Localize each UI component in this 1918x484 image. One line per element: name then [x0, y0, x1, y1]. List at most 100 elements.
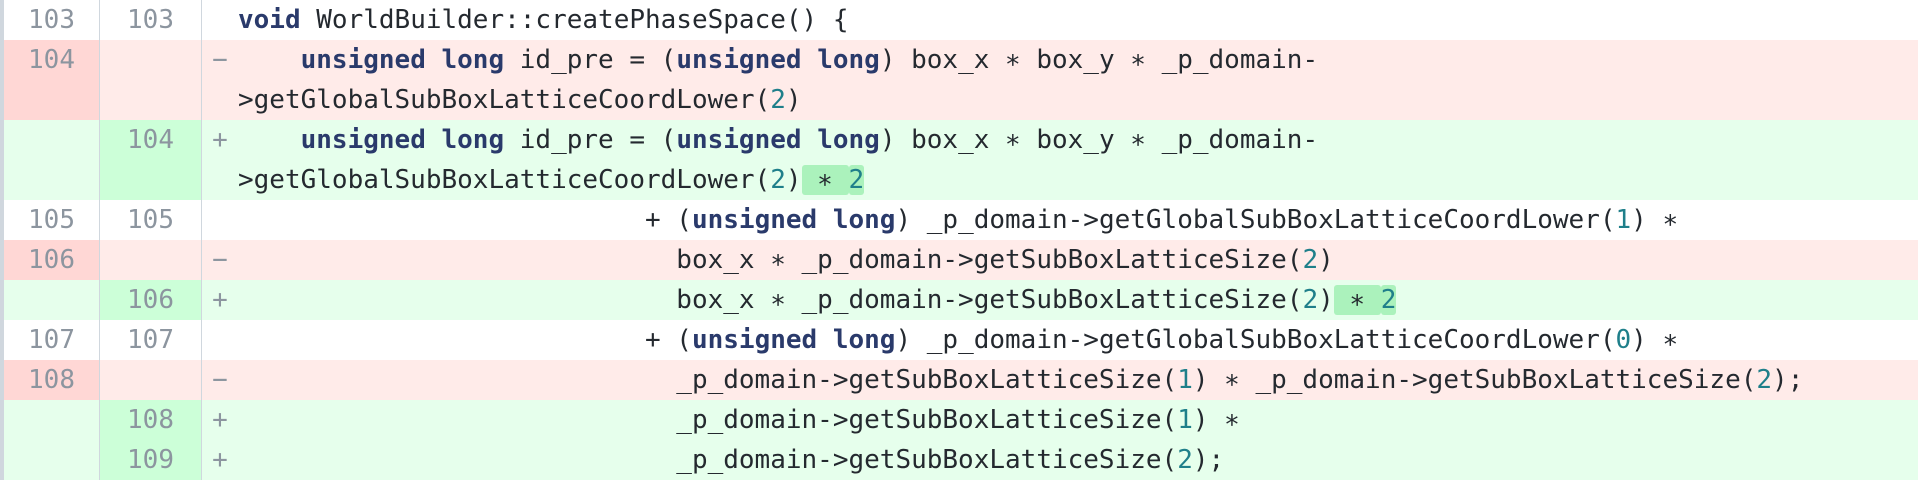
plus-marker: + [202, 440, 238, 480]
wrapped-code-segment: >getGlobalSubBoxLatticeCoordLower(2) [238, 80, 1918, 120]
keyword-token: void [238, 5, 301, 35]
diff-row-added: 109 + _p_domain->getSubBoxLatticeSize(2); [4, 440, 1918, 480]
keyword-token: unsigned long [300, 125, 505, 155]
code-token: + ( [238, 325, 692, 355]
code-token: id_pre = ( [504, 125, 677, 155]
old-line-number[interactable]: 103 [4, 0, 100, 40]
old-line-number[interactable] [4, 400, 100, 440]
new-line-number[interactable]: 109 [100, 440, 202, 480]
code-token: ) ∗ [1192, 405, 1240, 435]
code-token: ∗ [1333, 285, 1381, 315]
old-line-number[interactable] [4, 440, 100, 480]
code-token: ) box_x ∗ box_y ∗ _p_domain- [879, 125, 1319, 155]
blank-marker [202, 0, 238, 40]
code-token: ) [1318, 285, 1334, 315]
keyword-token: unsigned long [676, 45, 880, 75]
code-token: ) ∗ [1631, 205, 1679, 235]
new-line-number[interactable] [100, 360, 202, 400]
plus-marker: + [202, 400, 238, 440]
code-token: ) _p_domain->getGlobalSubBoxLatticeCoord… [895, 325, 1616, 355]
number-token: 2 [770, 85, 786, 115]
diff-row-added: 108 + _p_domain->getSubBoxLatticeSize(1) … [4, 400, 1918, 440]
keyword-token: unsigned long [300, 45, 505, 75]
number-token: 2 [1302, 245, 1319, 275]
diff-view: 103 103 void WorldBuilder::createPhaseSpac… [0, 0, 1918, 480]
number-token: 0 [1615, 325, 1632, 355]
code-token: >getGlobalSubBoxLatticeCoordLower( [238, 85, 771, 115]
code-token: ); [1192, 445, 1225, 475]
code-token: ) [785, 85, 802, 115]
keyword-token: unsigned long [691, 325, 896, 355]
old-line-number[interactable]: 106 [4, 240, 100, 280]
old-line-number[interactable] [4, 120, 100, 200]
diff-row-context: 103 103 void WorldBuilder::createPhaseSpac… [4, 0, 1918, 40]
wrapped-code-segment: >getGlobalSubBoxLatticeCoordLower(2) ∗ 2 [238, 160, 1918, 200]
code-token: ); [1772, 365, 1804, 395]
code-token: ) ∗ _p_domain->getSubBoxLatticeSize( [1192, 365, 1757, 395]
diff-row-added: 106 + box_x ∗ _p_domain->getSubBoxLattice… [4, 280, 1918, 320]
old-line-number[interactable]: 108 [4, 360, 100, 400]
new-line-number[interactable] [100, 240, 202, 280]
number-token: 2 [1302, 285, 1319, 315]
code-line: box_x ∗ _p_domain->getSubBoxLatticeSize(… [238, 280, 1918, 320]
number-token: 2 [770, 165, 786, 195]
plus-marker: + [202, 120, 238, 200]
code-token: _p_domain->getSubBoxLatticeSize( [238, 365, 1178, 395]
keyword-token: unsigned long [676, 125, 880, 155]
code-token: ) [1318, 245, 1334, 275]
diff-row-deleted: 106 − box_x ∗ _p_domain->getSubBoxLattice… [4, 240, 1918, 280]
new-line-number[interactable]: 108 [100, 400, 202, 440]
blank-marker [202, 200, 238, 240]
diff-row-deleted: 104 − unsigned long id_pre = (unsigned lo… [4, 40, 1918, 120]
code-token: ) [785, 165, 802, 195]
old-line-number[interactable]: 107 [4, 320, 100, 360]
code-token: ) box_x ∗ box_y ∗ _p_domain- [879, 45, 1319, 75]
diff-row-context: 107 107 + (unsigned long) _p_domain->getG… [4, 320, 1918, 360]
code-line: + (unsigned long) _p_domain->getGlobalSu… [238, 320, 1918, 360]
diff-row-deleted: 108 − _p_domain->getSubBoxLatticeSize(1) … [4, 360, 1918, 400]
code-token: _p_domain->getSubBoxLatticeSize( [238, 405, 1178, 435]
number-token: 2 [848, 165, 865, 195]
code-token: box_x ∗ _p_domain->getSubBoxLatticeSize( [238, 285, 1303, 315]
code-token: box_x ∗ _p_domain->getSubBoxLatticeSize( [238, 245, 1303, 275]
number-token: 2 [1177, 445, 1193, 475]
code-line: box_x ∗ _p_domain->getSubBoxLatticeSize(… [238, 240, 1918, 280]
new-line-number[interactable]: 106 [100, 280, 202, 320]
old-line-number[interactable]: 105 [4, 200, 100, 240]
new-line-number[interactable]: 105 [100, 200, 202, 240]
code-token: ) _p_domain->getGlobalSubBoxLatticeCoord… [895, 205, 1616, 235]
code-token: ) ∗ [1631, 325, 1679, 355]
number-token: 2 [1380, 285, 1397, 315]
code-token: id_pre = ( [504, 45, 677, 75]
wrapped-code-segment: unsigned long id_pre = (unsigned long) b… [238, 40, 1918, 80]
number-token: 1 [1177, 405, 1193, 435]
minus-marker: − [202, 360, 238, 400]
code-line: void WorldBuilder::createPhaseSpace() { [238, 0, 1918, 40]
number-token: 2 [1756, 365, 1773, 395]
code-token: + ( [238, 205, 692, 235]
code-line: _p_domain->getSubBoxLatticeSize(2); [238, 440, 1918, 480]
blank-marker [202, 320, 238, 360]
wrapped-code-segment: unsigned long id_pre = (unsigned long) b… [238, 120, 1918, 160]
code-token: _p_domain->getSubBoxLatticeSize( [238, 445, 1178, 475]
old-line-number[interactable] [4, 280, 100, 320]
new-line-number[interactable]: 103 [100, 0, 202, 40]
keyword-token: unsigned long [691, 205, 896, 235]
code-token: WorldBuilder::createPhaseSpace() { [300, 5, 849, 35]
new-line-number[interactable]: 107 [100, 320, 202, 360]
number-token: 1 [1177, 365, 1193, 395]
code-token: >getGlobalSubBoxLatticeCoordLower( [238, 165, 771, 195]
old-line-number[interactable]: 104 [4, 40, 100, 120]
new-line-number[interactable]: 104 [100, 120, 202, 200]
code-line: _p_domain->getSubBoxLatticeSize(1) ∗ _p_… [238, 360, 1918, 400]
code-line: _p_domain->getSubBoxLatticeSize(1) ∗ [238, 400, 1918, 440]
code-line: unsigned long id_pre = (unsigned long) b… [238, 40, 1918, 120]
code-token: ∗ [801, 165, 849, 195]
code-line: unsigned long id_pre = (unsigned long) b… [238, 120, 1918, 200]
plus-marker: + [202, 280, 238, 320]
number-token: 1 [1615, 205, 1632, 235]
new-line-number[interactable] [100, 40, 202, 120]
code-line: + (unsigned long) _p_domain->getGlobalSu… [238, 200, 1918, 240]
